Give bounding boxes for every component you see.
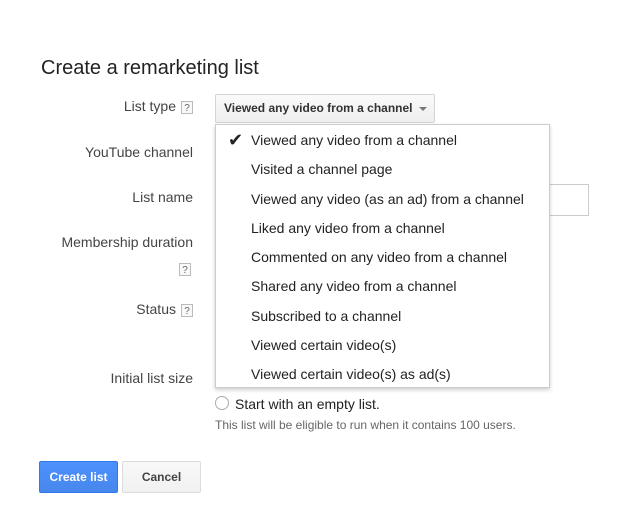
list-type-selected-value: Viewed any video from a channel — [224, 101, 413, 115]
empty-list-radio-label[interactable]: Start with an empty list. — [235, 396, 380, 412]
page-title: Create a remarketing list — [41, 57, 259, 79]
list-type-help-icon[interactable]: ? — [181, 100, 193, 114]
status-label-text: Status — [136, 301, 176, 317]
menu-item-label: Viewed certain video(s) as ad(s) — [251, 366, 451, 383]
membership-duration-label: Membership duration — [61, 234, 193, 250]
menu-item-label: Viewed any video from a channel — [251, 132, 457, 148]
menu-item-subscribed-to-channel[interactable]: Subscribed to a channel — [216, 302, 549, 331]
initial-list-size-label: Initial list size — [110, 370, 193, 386]
menu-item-label: Viewed any video (as an ad) from a chann… — [251, 190, 524, 207]
status-label: Status? — [38, 301, 193, 317]
menu-item-viewed-any-video-as-ad[interactable]: Viewed any video (as an ad) from a chann… — [216, 185, 549, 214]
cancel-button[interactable]: Cancel — [122, 461, 201, 493]
menu-item-commented-any-video[interactable]: Commented on any video from a channel — [216, 243, 549, 272]
menu-item-liked-any-video[interactable]: Liked any video from a channel — [216, 214, 549, 243]
empty-list-hint: This list will be eligible to run when i… — [215, 418, 516, 432]
youtube-channel-label: YouTube channel — [85, 144, 193, 160]
menu-item-label: Shared any video from a channel — [251, 278, 457, 295]
membership-duration-help-icon[interactable]: ? — [179, 263, 191, 276]
menu-item-label: Subscribed to a channel — [251, 307, 402, 324]
list-type-dropdown-menu: ✔ Viewed any video from a channel Visite… — [215, 124, 550, 388]
chevron-down-icon — [419, 107, 427, 111]
list-type-label-text: List type — [123, 98, 176, 114]
create-list-button[interactable]: Create list — [39, 461, 118, 493]
list-type-label: List type? — [38, 98, 193, 114]
list-type-select[interactable]: Viewed any video from a channel — [215, 94, 435, 123]
empty-list-radio[interactable] — [215, 396, 229, 410]
menu-item-visited-channel-page[interactable]: Visited a channel page — [216, 155, 549, 184]
menu-item-viewed-certain-videos[interactable]: Viewed certain video(s) — [216, 331, 549, 360]
menu-item-label: Viewed certain video(s) — [251, 337, 397, 354]
menu-item-label: Visited a channel page — [251, 161, 393, 178]
menu-item-label: Commented on any video from a channel — [251, 249, 508, 266]
list-name-label: List name — [132, 189, 193, 205]
menu-item-shared-any-video[interactable]: Shared any video from a channel — [216, 272, 549, 301]
menu-item-label: Liked any video from a channel — [251, 219, 445, 236]
checkmark-icon: ✔ — [228, 130, 244, 150]
menu-item-viewed-any-video[interactable]: ✔ Viewed any video from a channel — [216, 126, 549, 155]
status-help-icon[interactable]: ? — [181, 303, 193, 317]
menu-item-viewed-certain-videos-as-ads[interactable]: Viewed certain video(s) as ad(s) — [216, 360, 549, 389]
